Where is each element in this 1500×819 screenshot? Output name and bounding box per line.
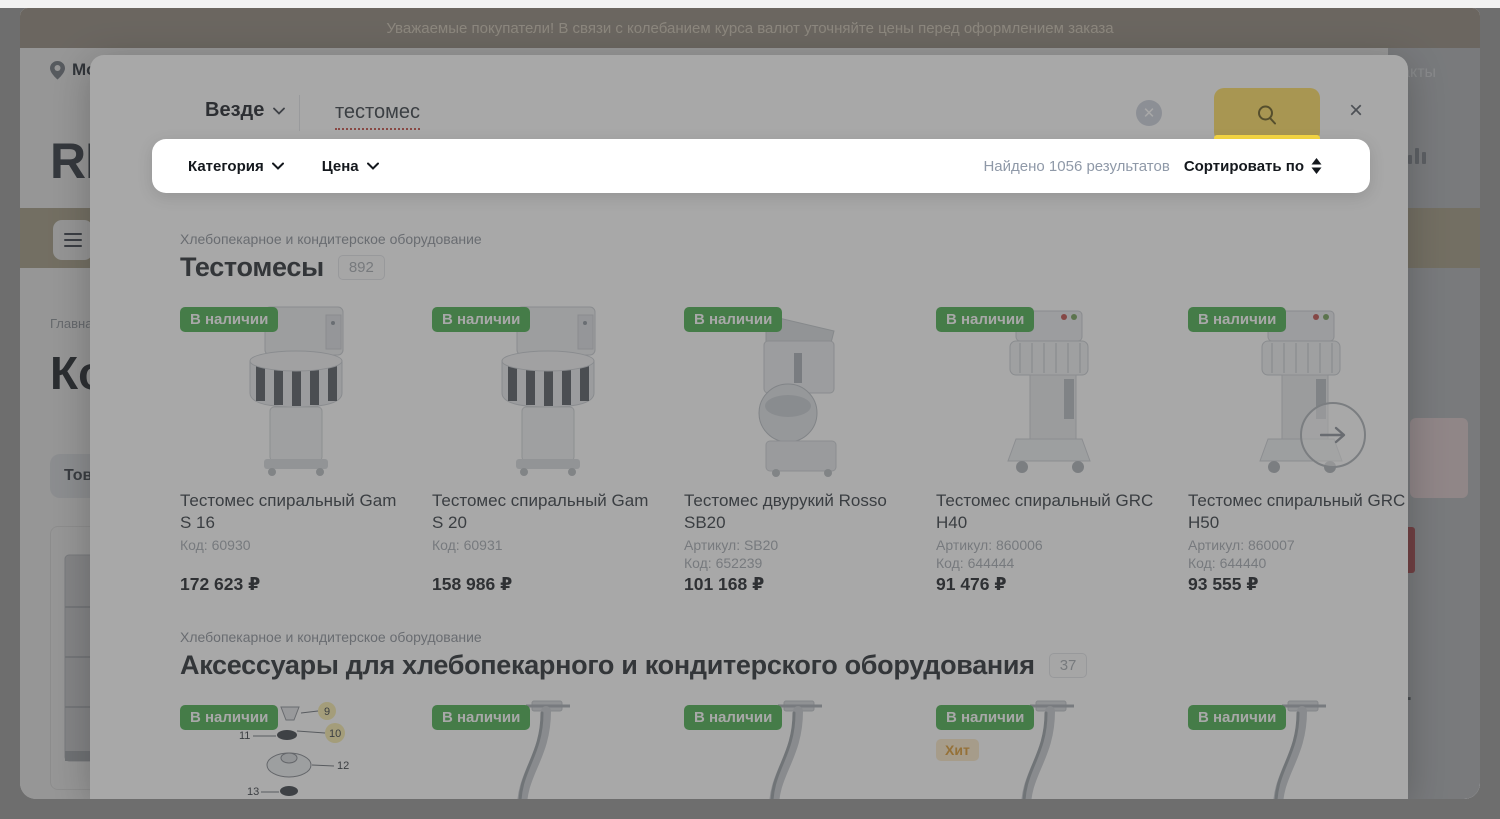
product-card[interactable]: В наличии (936, 297, 1168, 595)
stock-badge: В наличии (936, 307, 1035, 332)
stock-badge: В наличии (432, 705, 531, 730)
section-count-badge: 892 (337, 255, 385, 280)
product-card[interactable]: В наличии (684, 695, 916, 799)
filter-bar: Категория Цена Найдено 1056 результатов … (152, 139, 1370, 193)
product-meta: Код: 60930 (180, 536, 412, 572)
stock-badge: В наличии (432, 307, 531, 332)
carousel-next-button[interactable] (1300, 402, 1366, 468)
product-meta-line2: Код: 652239 (684, 555, 763, 572)
sort-arrows-icon (1311, 158, 1322, 174)
product-card[interactable]: В наличии (432, 695, 664, 799)
stock-badge: В наличии (936, 705, 1035, 730)
product-card[interactable]: В наличии 9 10 11 12 13 (180, 695, 412, 799)
floor-mixer-image (1007, 310, 1091, 473)
product-image: В наличии (1188, 695, 1408, 799)
search-icon (1258, 105, 1276, 125)
product-carousel: В наличии 9 10 11 12 13 В наличии В нали… (180, 695, 1408, 799)
product-title[interactable]: Тестомес спиральный GRC H40 (936, 490, 1168, 536)
svg-text:13: 13 (247, 786, 259, 798)
svg-text:12: 12 (337, 760, 349, 772)
stock-badge: В наличии (684, 705, 783, 730)
chevron-down-icon (273, 107, 286, 115)
product-title[interactable]: Тестомес спиральный GRC H50 (1188, 490, 1408, 536)
product-card[interactable]: В наличии Хит (936, 695, 1168, 799)
product-price: 172 623 ₽ (180, 574, 261, 594)
stock-badge: В наличии (180, 307, 279, 332)
svg-text:10: 10 (329, 728, 341, 740)
product-image: В наличии (684, 297, 916, 477)
results-count: Найдено 1056 результатов (983, 157, 1170, 175)
clear-search-button[interactable]: ✕ (1136, 100, 1162, 126)
chevron-down-icon (271, 162, 284, 170)
product-price: 91 476 ₽ (936, 574, 1007, 594)
arrow-right-icon (1320, 426, 1346, 444)
filter-category-label: Категория (188, 157, 264, 175)
product-card[interactable]: В наличии (1188, 297, 1408, 595)
product-image: В наличии 9 10 11 12 13 (180, 695, 412, 799)
results-section-accessories: Хлебопекарное и кондитерское оборудовани… (180, 629, 1408, 799)
product-price: 101 168 ₽ (684, 574, 765, 594)
search-divider (299, 95, 300, 131)
product-image: В наличии (684, 695, 916, 799)
product-meta-line2: Код: 644440 (1188, 555, 1267, 572)
site-page: Уважаемые покупатели! В связи с колебани… (20, 8, 1480, 799)
svg-text:11: 11 (239, 730, 250, 742)
search-button[interactable] (1214, 88, 1320, 142)
sort-dropdown[interactable]: Сортировать по (1184, 158, 1322, 175)
filter-price-dropdown[interactable]: Цена (322, 158, 379, 175)
section-title[interactable]: Тестомесы (180, 252, 324, 283)
search-results: Хлебопекарное и кондитерское оборудовани… (180, 231, 1408, 799)
product-card[interactable]: В наличии (432, 297, 664, 595)
chevron-down-icon (366, 162, 379, 170)
product-meta: Артикул: 860006 Код: 644444 (936, 536, 1168, 572)
section-category-label[interactable]: Хлебопекарное и кондитерское оборудовани… (180, 629, 1408, 645)
product-price: 93 555 ₽ (1188, 574, 1259, 594)
section-category-label[interactable]: Хлебопекарное и кондитерское оборудовани… (180, 231, 1408, 247)
close-icon: × (1348, 97, 1363, 124)
sort-label: Сортировать по (1183, 157, 1304, 175)
results-section-mixers: Хлебопекарное и кондитерское оборудовани… (180, 231, 1408, 595)
product-card[interactable]: В наличии (1188, 695, 1408, 799)
product-image: В наличии (180, 297, 412, 477)
search-scope-dropdown[interactable]: Везде (205, 99, 286, 122)
search-scope-label: Везде (205, 99, 265, 121)
filter-category-dropdown[interactable]: Категория (188, 158, 284, 175)
hit-badge: Хит (936, 739, 979, 761)
twin-arm-mixer-image (758, 314, 837, 477)
product-meta: Код: 60931 (432, 536, 664, 572)
product-meta-line1: Код: 60931 (432, 537, 503, 553)
product-meta-line1: Артикул: 860007 (1188, 537, 1295, 553)
stock-badge: В наличии (1188, 307, 1287, 332)
product-price: 158 986 ₽ (432, 574, 513, 594)
product-meta-line2: Код: 644444 (936, 555, 1015, 572)
product-image: В наличии (1188, 297, 1408, 477)
product-image: В наличии (432, 695, 664, 799)
product-title[interactable]: Тестомес спиральный Gam S 20 (432, 490, 664, 536)
stock-badge: В наличии (684, 307, 783, 332)
product-meta-line1: Код: 60930 (180, 537, 251, 553)
product-title[interactable]: Тестомес спиральный Gam S 16 (180, 490, 412, 536)
product-image: В наличии Хит (936, 695, 1168, 799)
section-count-badge: 37 (1048, 653, 1088, 678)
section-title[interactable]: Аксессуары для хлебопекарного и кондитер… (180, 650, 1035, 681)
product-image: В наличии (432, 297, 664, 477)
filter-price-label: Цена (321, 157, 359, 175)
browser-chrome-strip (0, 0, 1500, 8)
product-carousel: В наличии Тестомес спиральный Gam S 16 К… (180, 297, 1408, 595)
product-meta-line1: Артикул: SB20 (684, 537, 779, 553)
stock-badge: В наличии (180, 705, 279, 730)
svg-text:9: 9 (324, 706, 330, 718)
product-meta: Артикул: SB20 Код: 652239 (684, 536, 916, 572)
product-meta: Артикул: 860007 Код: 644440 (1188, 536, 1408, 572)
product-title[interactable]: Тестомес двурукий Rosso SB20 (684, 490, 916, 536)
product-card[interactable]: В наличии (180, 297, 412, 595)
product-image: В наличии (936, 297, 1168, 477)
close-modal-button[interactable]: × (1342, 97, 1370, 125)
product-card[interactable]: В наличии (684, 297, 916, 595)
clear-icon: ✕ (1142, 105, 1156, 122)
search-input[interactable]: тестомес (335, 101, 420, 130)
product-meta-line1: Артикул: 860006 (936, 537, 1043, 553)
stock-badge: В наличии (1188, 705, 1287, 730)
